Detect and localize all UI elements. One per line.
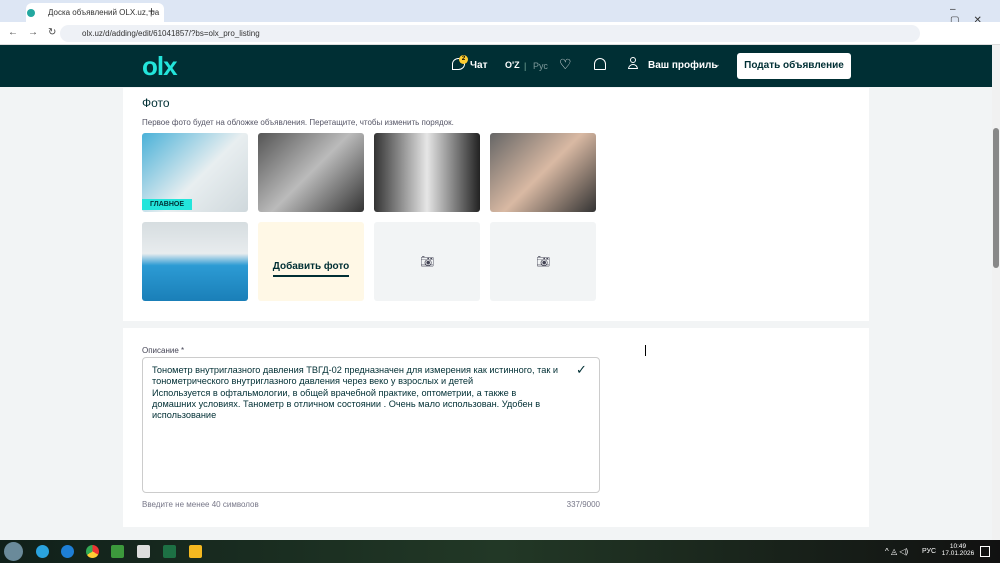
description-label: Описание * [142, 346, 185, 355]
tray-icons[interactable]: ^ ◬ ◁) [885, 547, 908, 556]
clock-date: 17.01.2026 [941, 550, 975, 557]
camera-icon: 📷︎ [420, 256, 434, 268]
olx-favicon-icon [27, 9, 35, 17]
telegram-icon[interactable] [36, 545, 49, 558]
new-tab-icon[interactable]: + [148, 4, 155, 18]
chevron-down-icon[interactable]: ⌄ [713, 59, 721, 70]
photo-thumbnail[interactable] [490, 133, 596, 212]
edge-icon[interactable] [61, 545, 74, 558]
excel-icon[interactable] [163, 545, 176, 558]
scrollbar[interactable] [992, 45, 1000, 540]
profile-link[interactable]: Ваш профиль [648, 60, 718, 71]
chrome-icon[interactable] [86, 545, 99, 558]
empty-photo-slot[interactable]: 📷︎ [374, 222, 480, 301]
bell-icon[interactable] [594, 58, 606, 70]
char-counter: 337/9000 [566, 500, 600, 509]
add-photo-button[interactable]: Добавить фото [258, 222, 364, 301]
app-icon[interactable] [111, 545, 124, 558]
scrollbar-thumb[interactable] [993, 128, 999, 268]
lang-divider: | [524, 61, 527, 71]
lang-uz[interactable]: O'Z [505, 60, 520, 70]
chat-badge: 2 [459, 55, 468, 64]
photo-thumbnail[interactable] [374, 133, 480, 212]
app-icon[interactable] [189, 545, 202, 558]
empty-photo-slot[interactable]: 📷︎ [490, 222, 596, 301]
photo-thumbnail[interactable] [258, 133, 364, 212]
tray-lang[interactable]: РУС [922, 548, 936, 555]
start-button[interactable] [4, 542, 23, 561]
lang-ru[interactable]: Рус [533, 61, 548, 71]
clock[interactable]: 10:49 17.01.2026 [940, 543, 976, 557]
browser-tab[interactable]: Доска объявлений OLX.uz, ра [26, 3, 164, 22]
photo-thumbnail[interactable] [142, 222, 248, 301]
chat-link[interactable]: Чат [470, 60, 488, 71]
notification-icon[interactable] [980, 546, 990, 557]
camera-icon: 📷︎ [536, 256, 550, 268]
description-hint: Введите не менее 40 символов [142, 500, 259, 509]
user-icon[interactable] [628, 57, 638, 71]
checkmark-icon: ✓ [576, 362, 587, 377]
main-photo-badge: ГЛАВНОЕ [142, 199, 192, 210]
clock-time: 10:49 [949, 543, 967, 550]
taskbar [0, 540, 1000, 563]
url-input[interactable]: olx.uz/d/adding/edit/61041857/?bs=olx_pr… [60, 25, 920, 42]
app-icon[interactable] [137, 545, 150, 558]
nav-buttons[interactable]: ←→↻ [8, 27, 66, 38]
url-text: olx.uz/d/adding/edit/61041857/?bs=olx_pr… [82, 29, 260, 38]
photos-hint: Первое фото будет на обложке объявления.… [142, 118, 454, 127]
post-ad-button[interactable]: Подать объявление [737, 53, 851, 79]
add-photo-label: Добавить фото [272, 261, 350, 277]
photos-title: Фото [142, 96, 170, 110]
tab-title: Доска объявлений OLX.uz, ра [48, 8, 160, 17]
text-cursor [645, 345, 646, 356]
olx-logo[interactable]: olx [142, 51, 178, 82]
heart-icon[interactable]: ♡ [559, 56, 572, 73]
description-textarea[interactable]: Тонометр внутриглазного давления ТВГД-02… [142, 357, 600, 493]
